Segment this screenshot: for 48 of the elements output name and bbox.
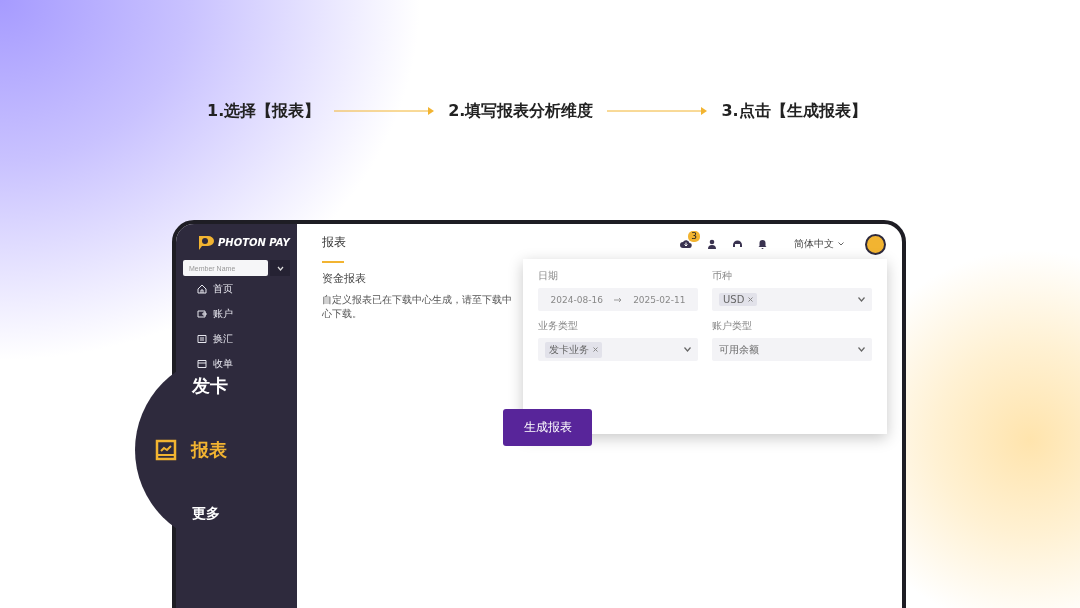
home-icon — [197, 283, 207, 294]
nav-item[interactable]: 报表 — [155, 438, 228, 462]
bell-icon[interactable] — [758, 239, 767, 249]
page-title: 报表 — [322, 234, 346, 251]
chevron-down-icon — [684, 347, 691, 352]
close-icon[interactable] — [593, 347, 598, 352]
field-label: 币种 — [712, 269, 733, 283]
field-label: 日期 — [538, 269, 559, 283]
chart-icon — [155, 439, 177, 461]
title-underline — [322, 261, 344, 263]
generate-report-button[interactable]: 生成报表 — [503, 409, 592, 446]
wallet-icon — [197, 308, 207, 319]
select-field[interactable]: 发卡业务 — [538, 338, 698, 361]
language-select[interactable]: 简体中文 — [794, 237, 844, 251]
notification-badge: 3 — [688, 231, 700, 242]
field-label: 账户类型 — [712, 319, 753, 333]
arrow-right-icon — [614, 296, 622, 303]
close-icon[interactable] — [748, 297, 754, 302]
list-icon — [197, 333, 207, 344]
dropdown-button[interactable] — [270, 260, 290, 276]
nav-item[interactable]: 收单 — [176, 351, 297, 376]
headset-icon[interactable] — [732, 239, 743, 249]
chevron-down-icon — [858, 347, 865, 352]
step-label: 3.点击【生成报表】 — [721, 100, 867, 122]
section-title: 资金报表 — [322, 271, 366, 286]
chevron-down-icon — [858, 297, 865, 302]
arrow-icon — [334, 107, 435, 115]
nav-item[interactable]: 换汇 — [176, 326, 297, 351]
arrow-icon — [607, 107, 708, 115]
step-label: 1.选择【报表】 — [207, 100, 321, 122]
tag: 发卡业务 — [545, 341, 602, 358]
field-label: 业务类型 — [538, 319, 579, 333]
select-field[interactable]: USD — [712, 288, 872, 311]
nav-item[interactable]: 首页 — [176, 276, 297, 301]
tag: USD — [719, 293, 758, 306]
nav-item[interactable]: 发卡 — [155, 374, 228, 398]
avatar[interactable] — [865, 233, 886, 255]
nav-item[interactable]: 更多 — [155, 502, 228, 526]
chevron-down-icon — [838, 242, 844, 246]
step-label: 2.填写报表分析维度 — [448, 100, 594, 122]
cloud-download-icon[interactable] — [680, 239, 692, 249]
logo-text: PHOTON PAY — [218, 236, 290, 248]
select-field[interactable]: 可用余额 — [712, 338, 872, 361]
user-icon[interactable] — [707, 239, 717, 249]
chevron-down-icon — [276, 265, 284, 271]
nav-item[interactable]: 账户 — [176, 301, 297, 326]
card-icon — [197, 358, 207, 369]
notice-text: 自定义报表已在下载中心生成，请至下载中心下载。 — [322, 293, 512, 320]
